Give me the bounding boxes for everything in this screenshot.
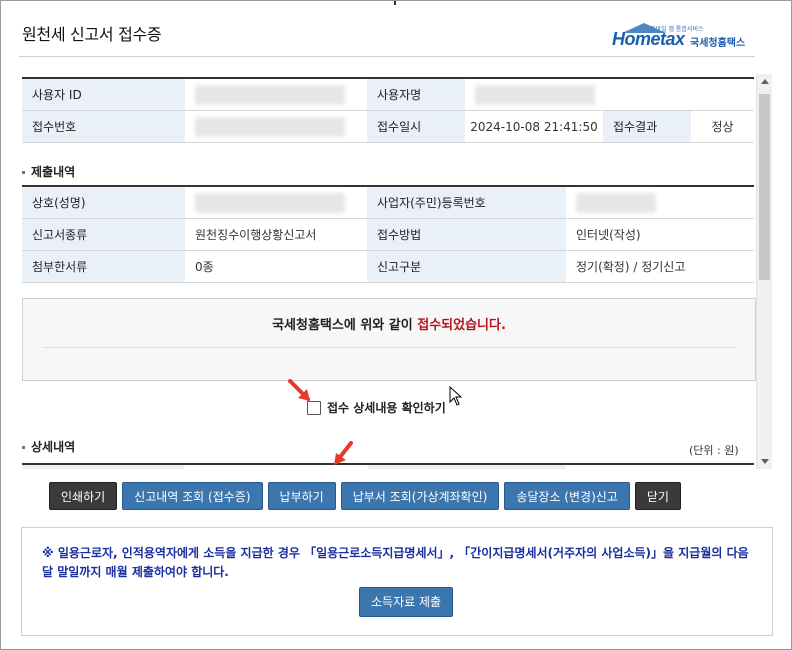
- receipt-method-value: 인터넷(작성): [566, 218, 754, 251]
- table-row: 신고서종류 원천징수이행상황신고서 접수방법 인터넷(작성): [22, 218, 754, 251]
- confirm-details-label: 접수 상세내용 확인하기: [327, 401, 446, 415]
- logo-brand: Hometax: [612, 29, 685, 49]
- close-button[interactable]: 닫기: [634, 482, 681, 510]
- confirm-details-checkbox[interactable]: 접수 상세내용 확인하기: [307, 399, 446, 416]
- receipt-result-label: 접수결과: [603, 110, 691, 143]
- report-type-value: 원천징수이행상황신고서: [185, 218, 367, 251]
- receipt-result-value: 정상: [691, 110, 754, 143]
- income-data-notice-box: ※ 일용근로자, 인적용역자에게 소득을 지급한 경우 「일용근로소득지급명세서…: [21, 527, 773, 636]
- user-name-label: 사용자명: [367, 77, 465, 111]
- redacted-value: [576, 192, 656, 213]
- registration-number-label: 사업자(주민)등록번호: [367, 185, 566, 219]
- user-id-label: 사용자 ID: [22, 77, 185, 111]
- user-id-value: [185, 77, 367, 111]
- table-row: 첨부한서류 0종 신고구분 정기(확정) / 정기신고: [22, 250, 754, 283]
- receipt-notice-box: 국세청홈택스에 위와 같이 접수되었습니다.: [22, 298, 756, 381]
- submission-table: 상호(성명) 사업자(주민)등록번호 신고서종류 원천징수이행상황신고서 접수방…: [22, 185, 754, 283]
- receipt-window: 원천세 신고서 접수증 모바일 앱 통합서비스 Hometax 국세청홈택스 사…: [0, 0, 792, 650]
- submission-section-title: 제출내역: [22, 163, 75, 180]
- table-row: 접수번호 접수일시 2024-10-08 21:41:50 접수결과 정상: [22, 110, 754, 143]
- scroll-up-icon[interactable]: [761, 79, 769, 84]
- title-divider: [19, 56, 755, 57]
- notice-prefix: 국세청홈택스에 위와 같이: [272, 318, 418, 333]
- payment-bill-button[interactable]: 납부서 조회(가상계좌확인): [340, 482, 500, 510]
- details-header-cell: [22, 465, 184, 469]
- receipt-datetime-value: 2024-10-08 21:41:50: [465, 110, 603, 143]
- action-button-row: 인쇄하기 신고내역 조회 (접수증) 납부하기 납부서 조회(가상계좌확인) 송…: [49, 482, 681, 510]
- report-category-value: 정기(확정) / 정기신고: [566, 250, 754, 283]
- submit-income-data-button[interactable]: 소득자료 제출: [359, 587, 454, 617]
- receipt-number-label: 접수번호: [22, 110, 185, 143]
- vertical-scrollbar[interactable]: [756, 74, 772, 469]
- mouse-cursor-icon: [449, 386, 463, 406]
- details-table-header: [22, 463, 754, 469]
- business-name-value: [185, 185, 367, 219]
- attachments-value: 0종: [185, 250, 367, 283]
- attachments-label: 첨부한서류: [22, 250, 185, 283]
- notice-highlight: 접수되었습니다.: [417, 318, 506, 333]
- window-top-marker: [394, 1, 396, 5]
- table-row: 상호(성명) 사업자(주민)등록번호: [22, 185, 754, 219]
- hometax-logo: 모바일 앱 통합서비스 Hometax 국세청홈택스: [612, 23, 762, 53]
- notice-divider: [43, 347, 735, 348]
- receipt-method-label: 접수방법: [367, 218, 566, 251]
- annotation-arrow-icon: [288, 379, 310, 401]
- scrollbar-thumb[interactable]: [759, 94, 770, 280]
- delivery-address-button[interactable]: 송달장소 (변경)신고: [504, 482, 630, 510]
- receipt-number-value: [185, 110, 367, 143]
- history-button[interactable]: 신고내역 조회 (접수증): [122, 482, 263, 510]
- print-button[interactable]: 인쇄하기: [49, 482, 118, 510]
- report-category-label: 신고구분: [367, 250, 566, 283]
- receipt-notice-message: 국세청홈택스에 위와 같이 접수되었습니다.: [23, 314, 755, 333]
- receipt-table: 사용자 ID 사용자명 접수번호 접수일시 2024-10-08 21:41:5…: [22, 77, 754, 143]
- logo-name: 국세청홈택스: [690, 38, 746, 49]
- redacted-value: [195, 192, 345, 213]
- redacted-value: [475, 84, 595, 105]
- registration-number-value: [566, 185, 754, 219]
- user-name-value: [465, 77, 754, 111]
- report-type-label: 신고서종류: [22, 218, 185, 251]
- redacted-value: [195, 116, 345, 137]
- annotation-arrow-icon: [334, 441, 353, 465]
- unit-label: (단위 : 원): [689, 444, 739, 457]
- details-section-title: 상세내역: [22, 438, 75, 455]
- pay-button[interactable]: 납부하기: [267, 482, 336, 510]
- income-data-notice-text: ※ 일용근로자, 인적용역자에게 소득을 지급한 경우 「일용근로소득지급명세서…: [42, 546, 749, 579]
- details-header-cell: [368, 465, 566, 469]
- redacted-value: [195, 84, 345, 105]
- scroll-down-icon[interactable]: [761, 459, 769, 464]
- table-row: 사용자 ID 사용자명: [22, 77, 754, 111]
- page-title: 원천세 신고서 접수증: [22, 25, 162, 44]
- receipt-scroll-area[interactable]: 사용자 ID 사용자명 접수번호 접수일시 2024-10-08 21:41:5…: [19, 74, 771, 469]
- receipt-datetime-label: 접수일시: [367, 110, 465, 143]
- business-name-label: 상호(성명): [22, 185, 185, 219]
